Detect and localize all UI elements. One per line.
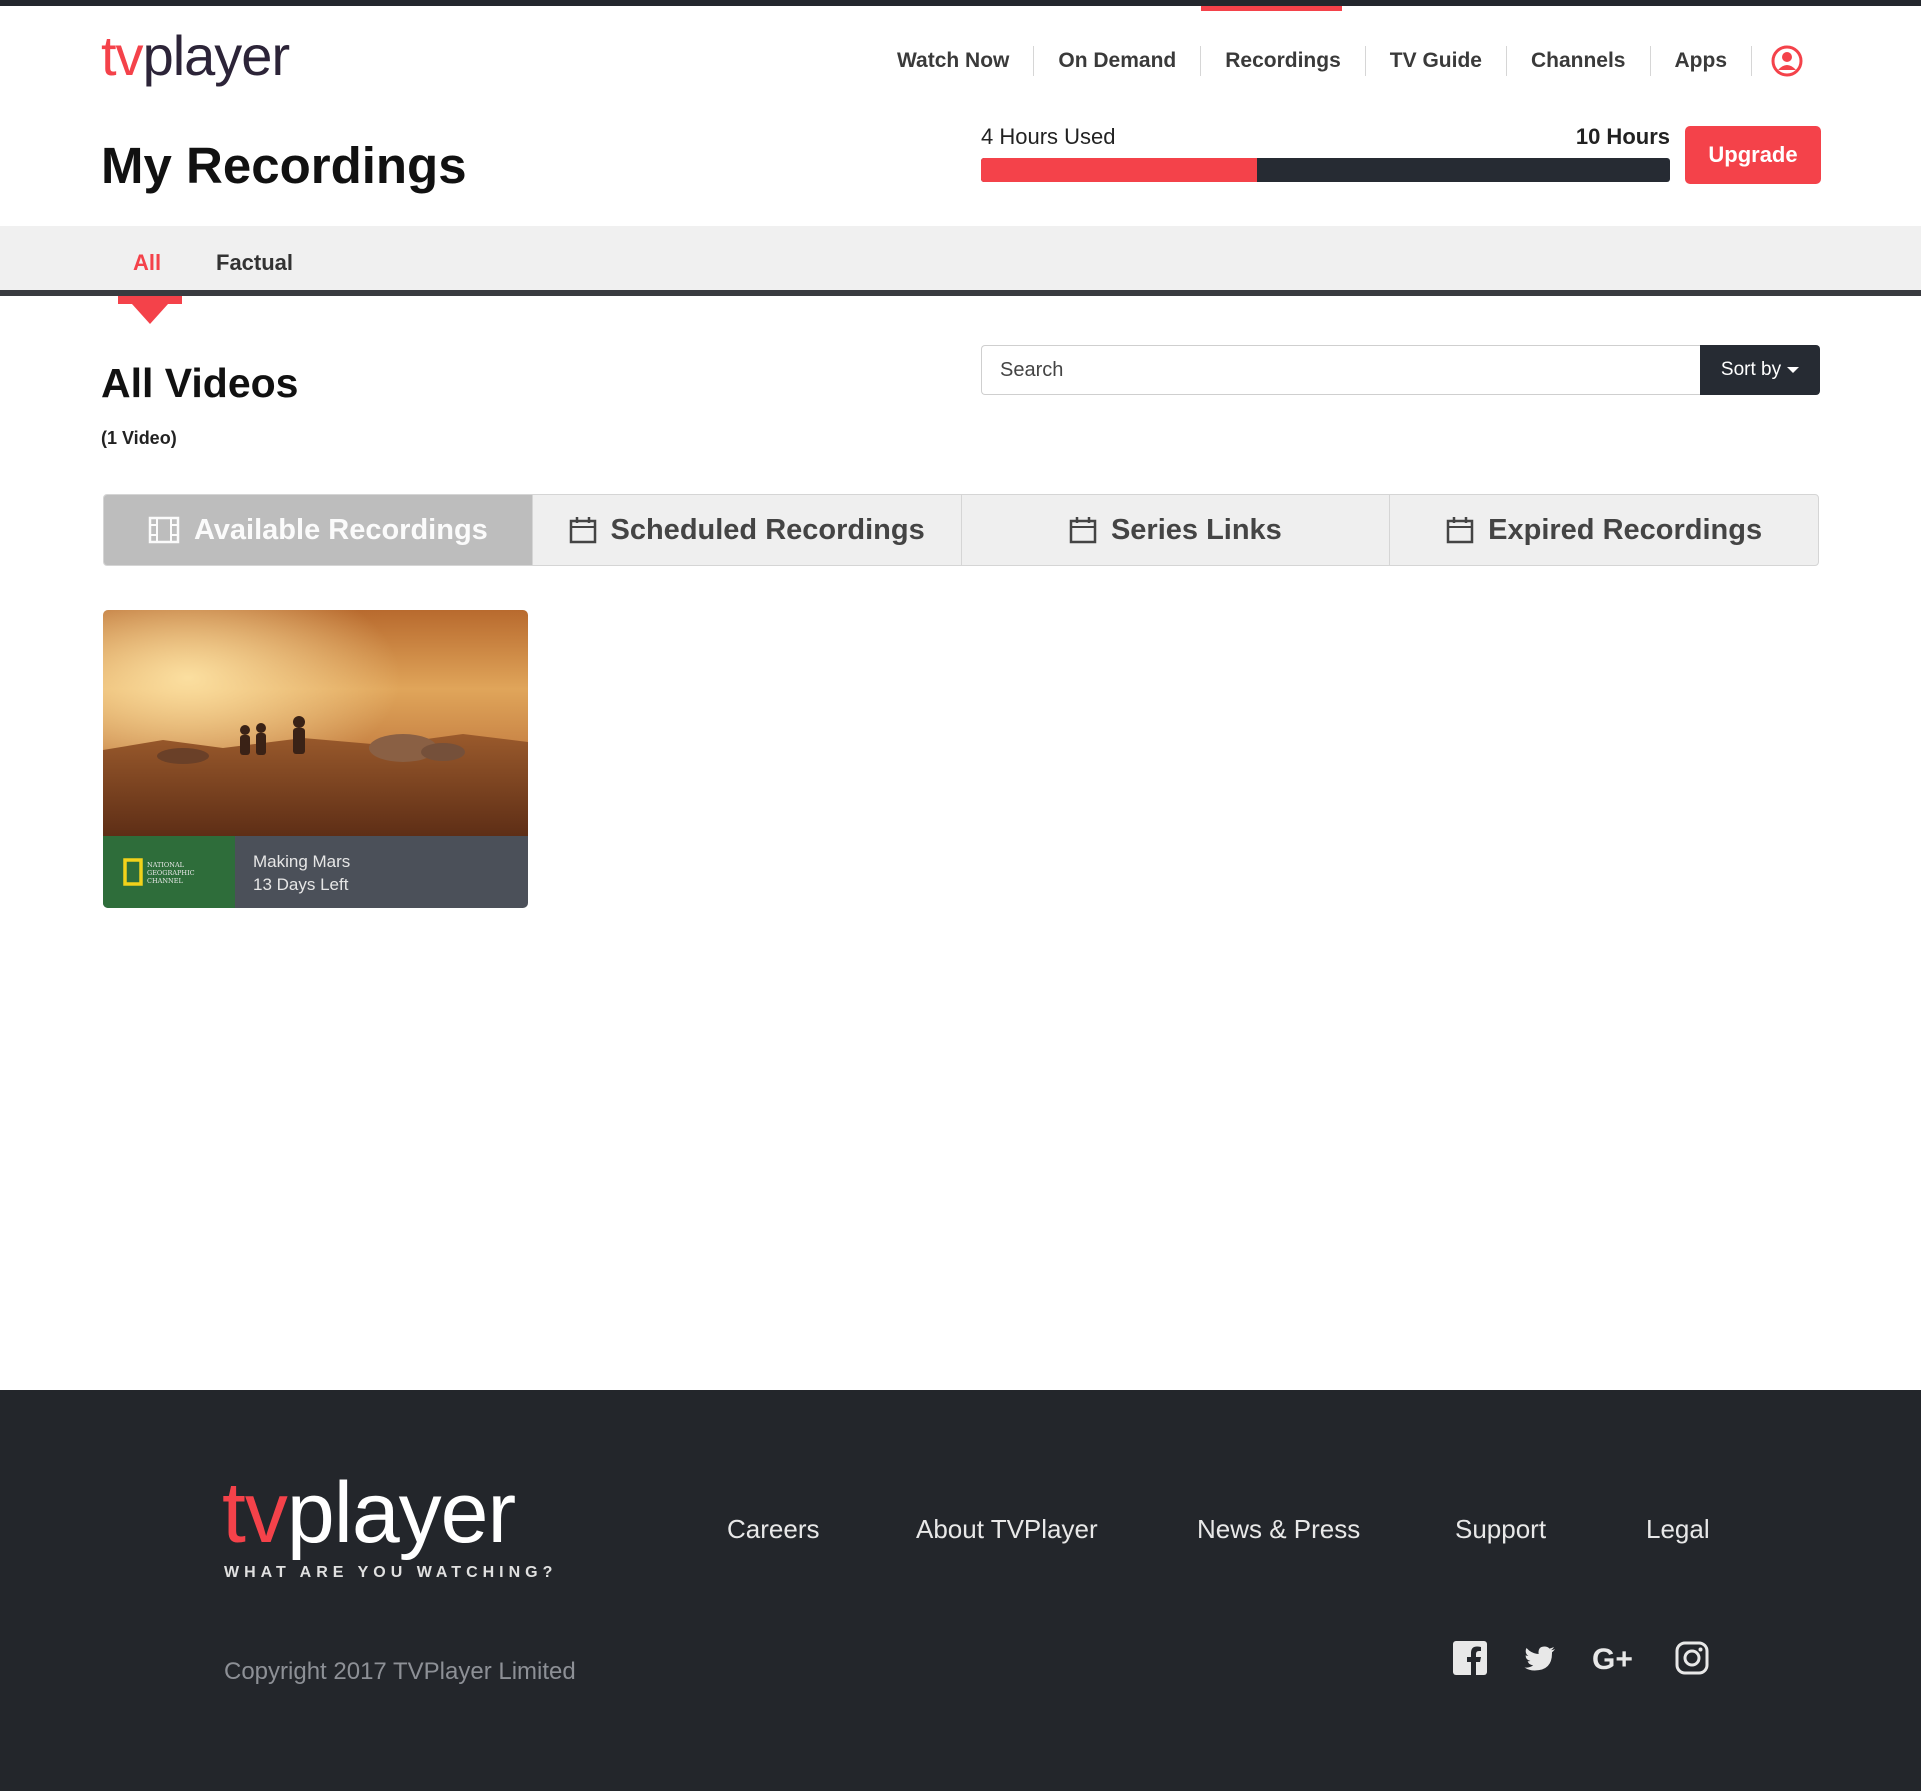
- video-count: (1 Video): [101, 428, 177, 448]
- top-border: [0, 0, 1921, 6]
- footer-link-support[interactable]: Support: [1455, 1514, 1546, 1545]
- nav-channels[interactable]: Channels: [1507, 46, 1651, 76]
- sort-by-button[interactable]: Sort by: [1700, 345, 1820, 395]
- upgrade-button[interactable]: Upgrade: [1685, 126, 1821, 184]
- calendar-icon: [569, 517, 596, 544]
- active-category-marker: [118, 296, 182, 324]
- recording-title: Making Mars: [253, 852, 351, 871]
- google-plus-icon[interactable]: G+: [1592, 1640, 1638, 1676]
- nav-apps[interactable]: Apps: [1651, 46, 1752, 76]
- usage-progress-bar: [981, 158, 1670, 182]
- nat-geo-logo-icon: NATIONAL GEOGRAPHIC CHANNEL: [123, 858, 195, 886]
- nav-watch-now[interactable]: Watch Now: [873, 46, 1035, 76]
- tab-expired-recordings[interactable]: Expired Recordings: [1390, 495, 1818, 565]
- nav-active-indicator: [1201, 6, 1342, 11]
- recording-remaining: 13 Days Left: [253, 875, 349, 894]
- footer-tagline: WHAT ARE YOU WATCHING?: [224, 1564, 558, 1581]
- nav-tv-guide[interactable]: TV Guide: [1366, 46, 1507, 76]
- user-circle-icon[interactable]: [1770, 44, 1804, 78]
- page-title: My Recordings: [101, 137, 467, 194]
- footer-logo[interactable]: tvplayer: [222, 1470, 516, 1556]
- twitter-icon[interactable]: [1522, 1640, 1558, 1676]
- svg-text:GEOGRAPHIC: GEOGRAPHIC: [147, 869, 195, 877]
- recording-thumbnail: [103, 610, 528, 836]
- footer-link-about[interactable]: About TVPlayer: [916, 1514, 1098, 1545]
- tab-series-links[interactable]: Series Links: [962, 495, 1391, 565]
- recording-text: Making Mars 13 Days Left: [235, 836, 368, 908]
- section-title: All Videos: [101, 360, 299, 406]
- tab-label: Series Links: [1110, 513, 1282, 546]
- footer-link-careers[interactable]: Careers: [727, 1514, 819, 1545]
- facebook-icon[interactable]: [1452, 1640, 1488, 1676]
- category-tab-all[interactable]: All: [133, 250, 161, 276]
- category-bar: All Factual: [0, 226, 1921, 296]
- footer-link-news-press[interactable]: News & Press: [1197, 1514, 1360, 1545]
- usage-progress-fill: [981, 158, 1257, 182]
- tab-available-recordings[interactable]: Available Recordings: [104, 495, 533, 565]
- instagram-icon[interactable]: [1674, 1640, 1710, 1676]
- film-icon: [148, 516, 180, 544]
- usage-used-label: 4 Hours Used: [981, 124, 1116, 149]
- nav-on-demand[interactable]: On Demand: [1034, 46, 1202, 76]
- tab-label: Available Recordings: [193, 513, 488, 546]
- recording-info: NATIONAL GEOGRAPHIC CHANNEL Making Mars …: [103, 836, 528, 908]
- category-tab-factual[interactable]: Factual: [216, 250, 293, 276]
- calendar-icon: [1069, 517, 1097, 544]
- caret-down-icon: [1787, 367, 1800, 373]
- svg-text:NATIONAL: NATIONAL: [147, 861, 185, 869]
- tvplayer-logo[interactable]: tvplayer: [101, 28, 290, 84]
- recording-tabs: Available Recordings Scheduled Recording…: [103, 494, 1819, 566]
- tab-scheduled-recordings[interactable]: Scheduled Recordings: [533, 495, 962, 565]
- svg-text:G+: G+: [1592, 1643, 1633, 1676]
- footer: tvplayer WHAT ARE YOU WATCHING? Careers …: [0, 1390, 1921, 1791]
- nav-recordings[interactable]: Recordings: [1201, 46, 1366, 76]
- svg-text:CHANNEL: CHANNEL: [147, 877, 183, 885]
- tab-label: Expired Recordings: [1488, 513, 1763, 546]
- usage-max-label: 10 Hours: [1575, 124, 1670, 149]
- recording-card[interactable]: NATIONAL GEOGRAPHIC CHANNEL Making Mars …: [103, 610, 528, 908]
- tab-label: Scheduled Recordings: [610, 513, 925, 546]
- footer-link-legal[interactable]: Legal: [1646, 1514, 1710, 1545]
- search-input[interactable]: [981, 345, 1701, 395]
- copyright: Copyright 2017 TVPlayer Limited: [224, 1658, 576, 1685]
- channel-logo: NATIONAL GEOGRAPHIC CHANNEL: [103, 836, 235, 908]
- calendar-icon: [1446, 517, 1474, 544]
- main-nav: Watch Now On Demand Recordings TV Guide …: [873, 46, 1752, 76]
- sort-by-label: Sort by: [1720, 359, 1782, 380]
